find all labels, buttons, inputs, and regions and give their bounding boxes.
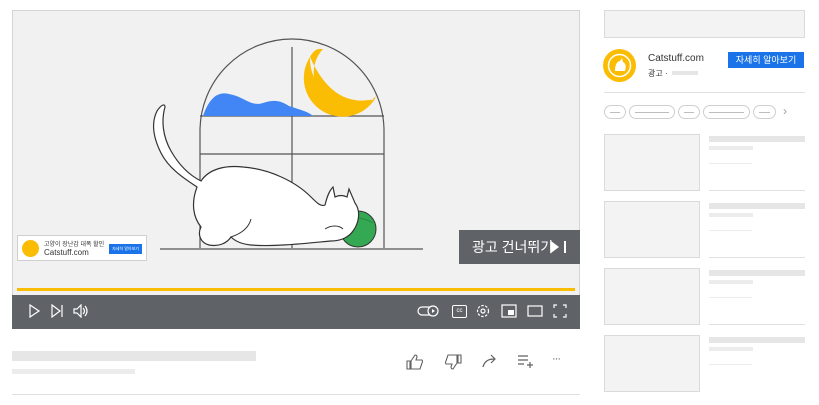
below-video-divider xyxy=(12,394,580,395)
catstuff-logo-icon xyxy=(603,49,636,82)
sidebar-learn-more-button[interactable]: 자세히 알아보기 xyxy=(728,52,804,68)
recommended-divider xyxy=(709,257,805,258)
recommended-video-thumbnail[interactable] xyxy=(604,134,700,191)
recommended-divider xyxy=(709,190,805,191)
skip-bar-icon xyxy=(564,241,566,253)
settings-icon[interactable] xyxy=(476,304,490,318)
player-control-bar: cc xyxy=(12,295,580,329)
recommended-meta-placeholder xyxy=(709,364,752,365)
recommended-video-thumbnail[interactable] xyxy=(604,335,700,392)
skip-arrow-icon xyxy=(551,241,559,253)
save-to-playlist-icon[interactable] xyxy=(517,354,535,368)
play-icon[interactable] xyxy=(27,304,41,318)
next-icon[interactable] xyxy=(50,304,64,318)
filter-chip[interactable] xyxy=(703,105,750,119)
sidebar-ad-title[interactable]: Catstuff.com xyxy=(648,53,704,64)
fullscreen-icon[interactable] xyxy=(553,304,567,318)
companion-banner-ad[interactable]: 고양이 장난감 대폭 할인 Catstuff.com 자세히 알아보기 xyxy=(17,235,147,261)
filter-chip[interactable] xyxy=(678,105,700,119)
recommended-meta-placeholder xyxy=(709,230,752,231)
sidebar-ad-sponsored-label: 광고 · xyxy=(648,69,668,78)
autoplay-toggle-icon[interactable] xyxy=(417,304,439,318)
recommended-meta-placeholder xyxy=(709,213,753,217)
sidebar-divider xyxy=(604,92,805,93)
filter-chip[interactable] xyxy=(629,105,675,119)
recommended-meta-placeholder xyxy=(709,280,753,284)
skip-ad-label: 광고 건너뛰기 xyxy=(472,239,554,255)
video-player[interactable] xyxy=(12,10,580,329)
recommended-title-placeholder xyxy=(709,270,805,276)
recommended-video-thumbnail[interactable] xyxy=(604,268,700,325)
recommended-divider xyxy=(709,324,805,325)
recommended-meta-placeholder xyxy=(709,297,752,298)
video-meta-placeholder xyxy=(12,369,135,374)
recommended-meta-placeholder xyxy=(709,163,752,164)
skip-ad-button[interactable]: 광고 건너뛰기 xyxy=(459,230,580,264)
theater-icon[interactable] xyxy=(527,304,543,318)
volume-icon[interactable] xyxy=(73,304,89,318)
filter-chip[interactable] xyxy=(604,105,626,119)
filter-chip[interactable] xyxy=(753,105,776,119)
more-icon[interactable]: ··· xyxy=(552,353,561,365)
recommended-title-placeholder xyxy=(709,203,805,209)
recommended-video-thumbnail[interactable] xyxy=(604,201,700,258)
companion-headline: 고양이 장난감 대폭 할인 xyxy=(44,242,105,248)
recommended-meta-placeholder xyxy=(709,347,753,351)
share-icon[interactable] xyxy=(482,354,498,368)
companion-learn-more-button[interactable]: 자세히 알아보기 xyxy=(109,244,142,254)
sidebar-ad-meta-placeholder xyxy=(672,71,698,75)
recommended-title-placeholder xyxy=(709,337,805,343)
sun-shape xyxy=(303,57,375,117)
cat-body xyxy=(152,104,360,247)
ad-progress-bar[interactable] xyxy=(17,288,575,291)
chip-next-icon[interactable]: › xyxy=(783,104,787,118)
dislike-icon[interactable] xyxy=(444,354,462,370)
cloud-shape xyxy=(203,93,313,116)
recommended-meta-placeholder xyxy=(709,146,753,150)
sidebar-top-placeholder xyxy=(604,10,805,38)
miniplayer-icon[interactable] xyxy=(501,304,517,318)
video-title-placeholder xyxy=(12,351,256,361)
catstuff-logo-icon xyxy=(22,240,39,257)
companion-domain: Catstuff.com xyxy=(44,248,89,257)
recommended-title-placeholder xyxy=(709,136,805,142)
like-icon[interactable] xyxy=(406,354,424,370)
captions-icon[interactable]: cc xyxy=(452,305,467,318)
